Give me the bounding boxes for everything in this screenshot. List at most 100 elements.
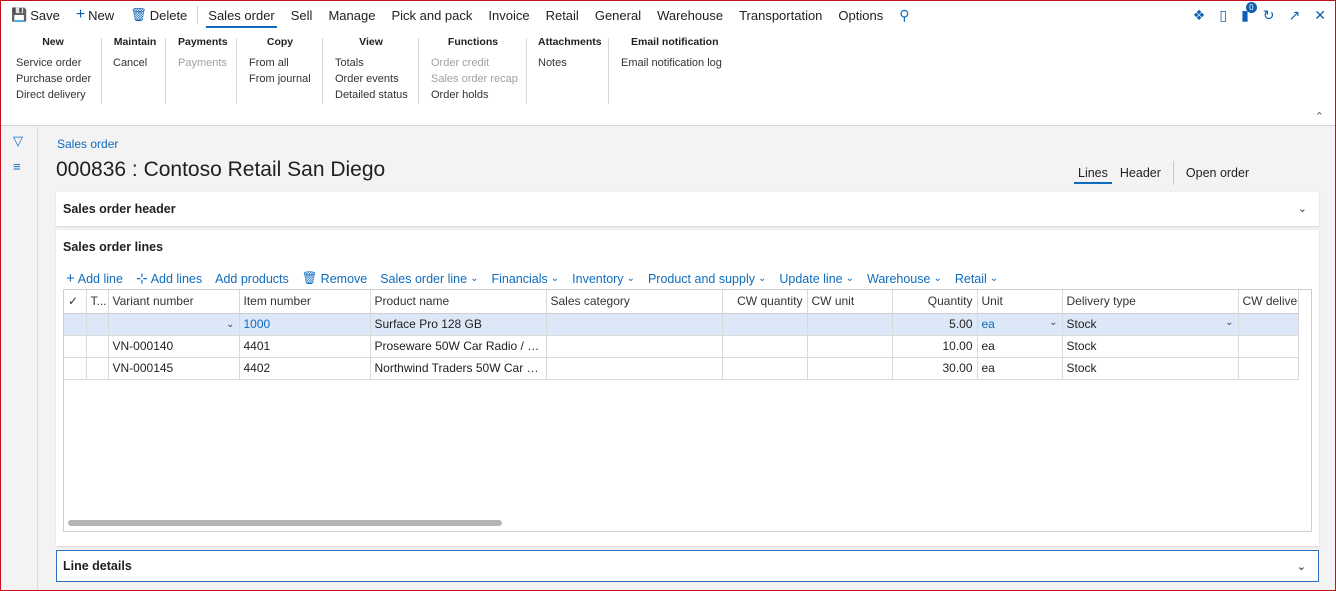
column-header[interactable]: CW unit <box>807 290 893 314</box>
group-title: New <box>42 36 64 48</box>
cancel-button[interactable]: Cancel <box>113 55 157 71</box>
column-header[interactable]: Variant number <box>108 290 240 314</box>
order-holds-button[interactable]: Order holds <box>431 87 515 103</box>
update-line-menu[interactable]: Update line ⌄ <box>779 272 854 286</box>
payments-button[interactable]: Payments <box>178 55 227 71</box>
ribbon-group-email-notification: Email notification Email notification lo… <box>621 36 725 71</box>
collapse-ribbon-icon[interactable]: ⌃ <box>1315 110 1324 123</box>
inventory-menu[interactable]: Inventory ⌄ <box>572 272 635 286</box>
column-header[interactable]: Unit <box>977 290 1063 314</box>
table-row[interactable]: VN-000140 4401 Proseware 50W Car Radio /… <box>64 335 1299 358</box>
column-header[interactable]: T... <box>86 290 109 314</box>
tab-general[interactable]: General <box>587 0 649 30</box>
tab-lines[interactable]: Lines <box>1072 166 1114 184</box>
column-header[interactable]: Delivery type <box>1062 290 1239 314</box>
cw-deliver-cell <box>1238 357 1299 380</box>
tab-manage[interactable]: Manage <box>320 0 383 30</box>
sales-order-recap-button[interactable]: Sales order recap <box>431 71 518 87</box>
column-header[interactable]: Quantity <box>892 290 978 314</box>
select-all-checkbox[interactable]: ✓ <box>64 290 87 314</box>
column-header[interactable]: Product name <box>370 290 547 314</box>
item-number-link[interactable]: 1000 <box>239 313 371 336</box>
open-new-window-icon[interactable]: ↗ <box>1289 7 1301 24</box>
tab-retail[interactable]: Retail <box>538 0 587 30</box>
chevron-down-icon[interactable]: ⌄ <box>1049 317 1057 328</box>
grid-toolbar: + Add line ⊹ Add lines Add products 🗑 Remov… <box>66 270 1011 287</box>
power-apps-icon[interactable]: ❖ <box>1193 7 1206 24</box>
cw-quantity-cell <box>722 357 808 380</box>
totals-button[interactable]: Totals <box>335 55 407 71</box>
tab-pick-and-pack[interactable]: Pick and pack <box>383 0 480 30</box>
variant-number-input[interactable]: ⌄ <box>108 313 240 336</box>
sales-category-cell[interactable] <box>546 313 723 336</box>
order-credit-button[interactable]: Order credit <box>431 55 515 71</box>
order-events-button[interactable]: Order events <box>335 71 407 87</box>
add-line-button[interactable]: + Add line <box>66 270 123 287</box>
column-header[interactable]: Sales category <box>546 290 723 314</box>
breadcrumb[interactable]: Sales order <box>57 137 118 151</box>
purchase-order-button[interactable]: Purchase order <box>16 71 91 87</box>
column-header[interactable]: Item number <box>239 290 371 314</box>
table-row[interactable]: VN-000145 4402 Northwind Traders 50W Car… <box>64 357 1299 380</box>
column-header[interactable]: CW quantity <box>722 290 808 314</box>
plus-icon: + <box>66 270 75 287</box>
chevron-down-icon[interactable]: ⌄ <box>1225 317 1233 328</box>
warehouse-menu[interactable]: Warehouse ⌄ <box>867 272 942 286</box>
financials-menu[interactable]: Financials ⌄ <box>491 272 559 286</box>
group-title: Email notification <box>631 36 719 48</box>
cw-deliver-cell[interactable] <box>1238 313 1299 336</box>
tab-sell[interactable]: Sell <box>283 0 321 30</box>
new-button[interactable]: + New <box>68 0 122 30</box>
list-icon[interactable]: ≡ <box>13 159 21 174</box>
divider <box>608 38 609 104</box>
delete-button[interactable]: 🗑 Delete <box>122 0 195 30</box>
delivery-type-select[interactable]: Stock ⌄ <box>1062 313 1239 336</box>
service-order-button[interactable]: Service order <box>16 55 90 71</box>
office-icon[interactable]: ▯ <box>1219 7 1227 24</box>
tab-warehouse[interactable]: Warehouse <box>649 0 731 30</box>
sales-order-line-menu[interactable]: Sales order line ⌄ <box>380 272 478 286</box>
open-order-button[interactable]: Open order <box>1180 166 1255 180</box>
sales-order-header-section[interactable]: Sales order header ⌄ <box>56 192 1319 226</box>
copy-from-all-button[interactable]: From all <box>249 55 311 71</box>
tab-options[interactable]: Options <box>830 0 891 30</box>
quantity-input[interactable]: 5.00 <box>892 313 978 336</box>
line-details-section[interactable]: Line details ⌄ <box>56 550 1319 582</box>
add-lines-button[interactable]: ⊹ Add lines <box>136 270 202 287</box>
column-header[interactable]: CW deliver <box>1238 290 1299 314</box>
horizontal-scrollbar[interactable] <box>68 520 502 526</box>
notes-button[interactable]: Notes <box>538 55 600 71</box>
unit-select[interactable]: ea ⌄ <box>977 313 1063 336</box>
remove-button[interactable]: 🗑 Remove <box>302 271 367 286</box>
detailed-status-button[interactable]: Detailed status <box>335 87 408 103</box>
chevron-down-icon[interactable]: ⌄ <box>226 319 234 330</box>
ribbon-group-payments: Payments Payments <box>178 36 228 71</box>
email-notification-log-button[interactable]: Email notification log <box>621 55 725 71</box>
tab-transportation[interactable]: Transportation <box>731 0 830 30</box>
cell <box>86 313 109 336</box>
group-title: View <box>359 36 383 48</box>
retail-menu[interactable]: Retail ⌄ <box>955 272 998 286</box>
table-row[interactable]: ⌄ 1000 Surface Pro 128 GB 5.00 ea ⌄ Stock… <box>64 313 1299 336</box>
row-checkbox[interactable] <box>64 335 87 358</box>
close-icon[interactable]: ✕ <box>1314 7 1326 24</box>
copy-from-journal-button[interactable]: From journal <box>249 71 311 87</box>
row-checkbox[interactable] <box>64 313 87 336</box>
cw-unit-cell[interactable] <box>807 313 893 336</box>
tab-sales-order[interactable]: Sales order <box>200 0 282 30</box>
direct-delivery-button[interactable]: Direct delivery <box>16 87 90 103</box>
tab-invoice[interactable]: Invoice <box>480 0 537 30</box>
trash-icon: 🗑 <box>130 7 147 22</box>
save-button[interactable]: 💾 Save <box>0 0 68 30</box>
row-checkbox[interactable] <box>64 357 87 380</box>
refresh-icon[interactable]: ↻ <box>1263 7 1275 24</box>
search-icon[interactable]: ⚲ <box>891 7 917 24</box>
tab-header[interactable]: Header <box>1114 166 1167 180</box>
divider <box>1172 161 1174 185</box>
cw-quantity-cell[interactable] <box>722 313 808 336</box>
cell <box>86 335 109 358</box>
notifications-icon[interactable]: ▮ 0 <box>1241 1 1257 24</box>
add-products-button[interactable]: Add products <box>215 272 289 286</box>
product-and-supply-menu[interactable]: Product and supply ⌄ <box>648 272 766 286</box>
filter-icon[interactable]: ▽ <box>13 133 23 149</box>
